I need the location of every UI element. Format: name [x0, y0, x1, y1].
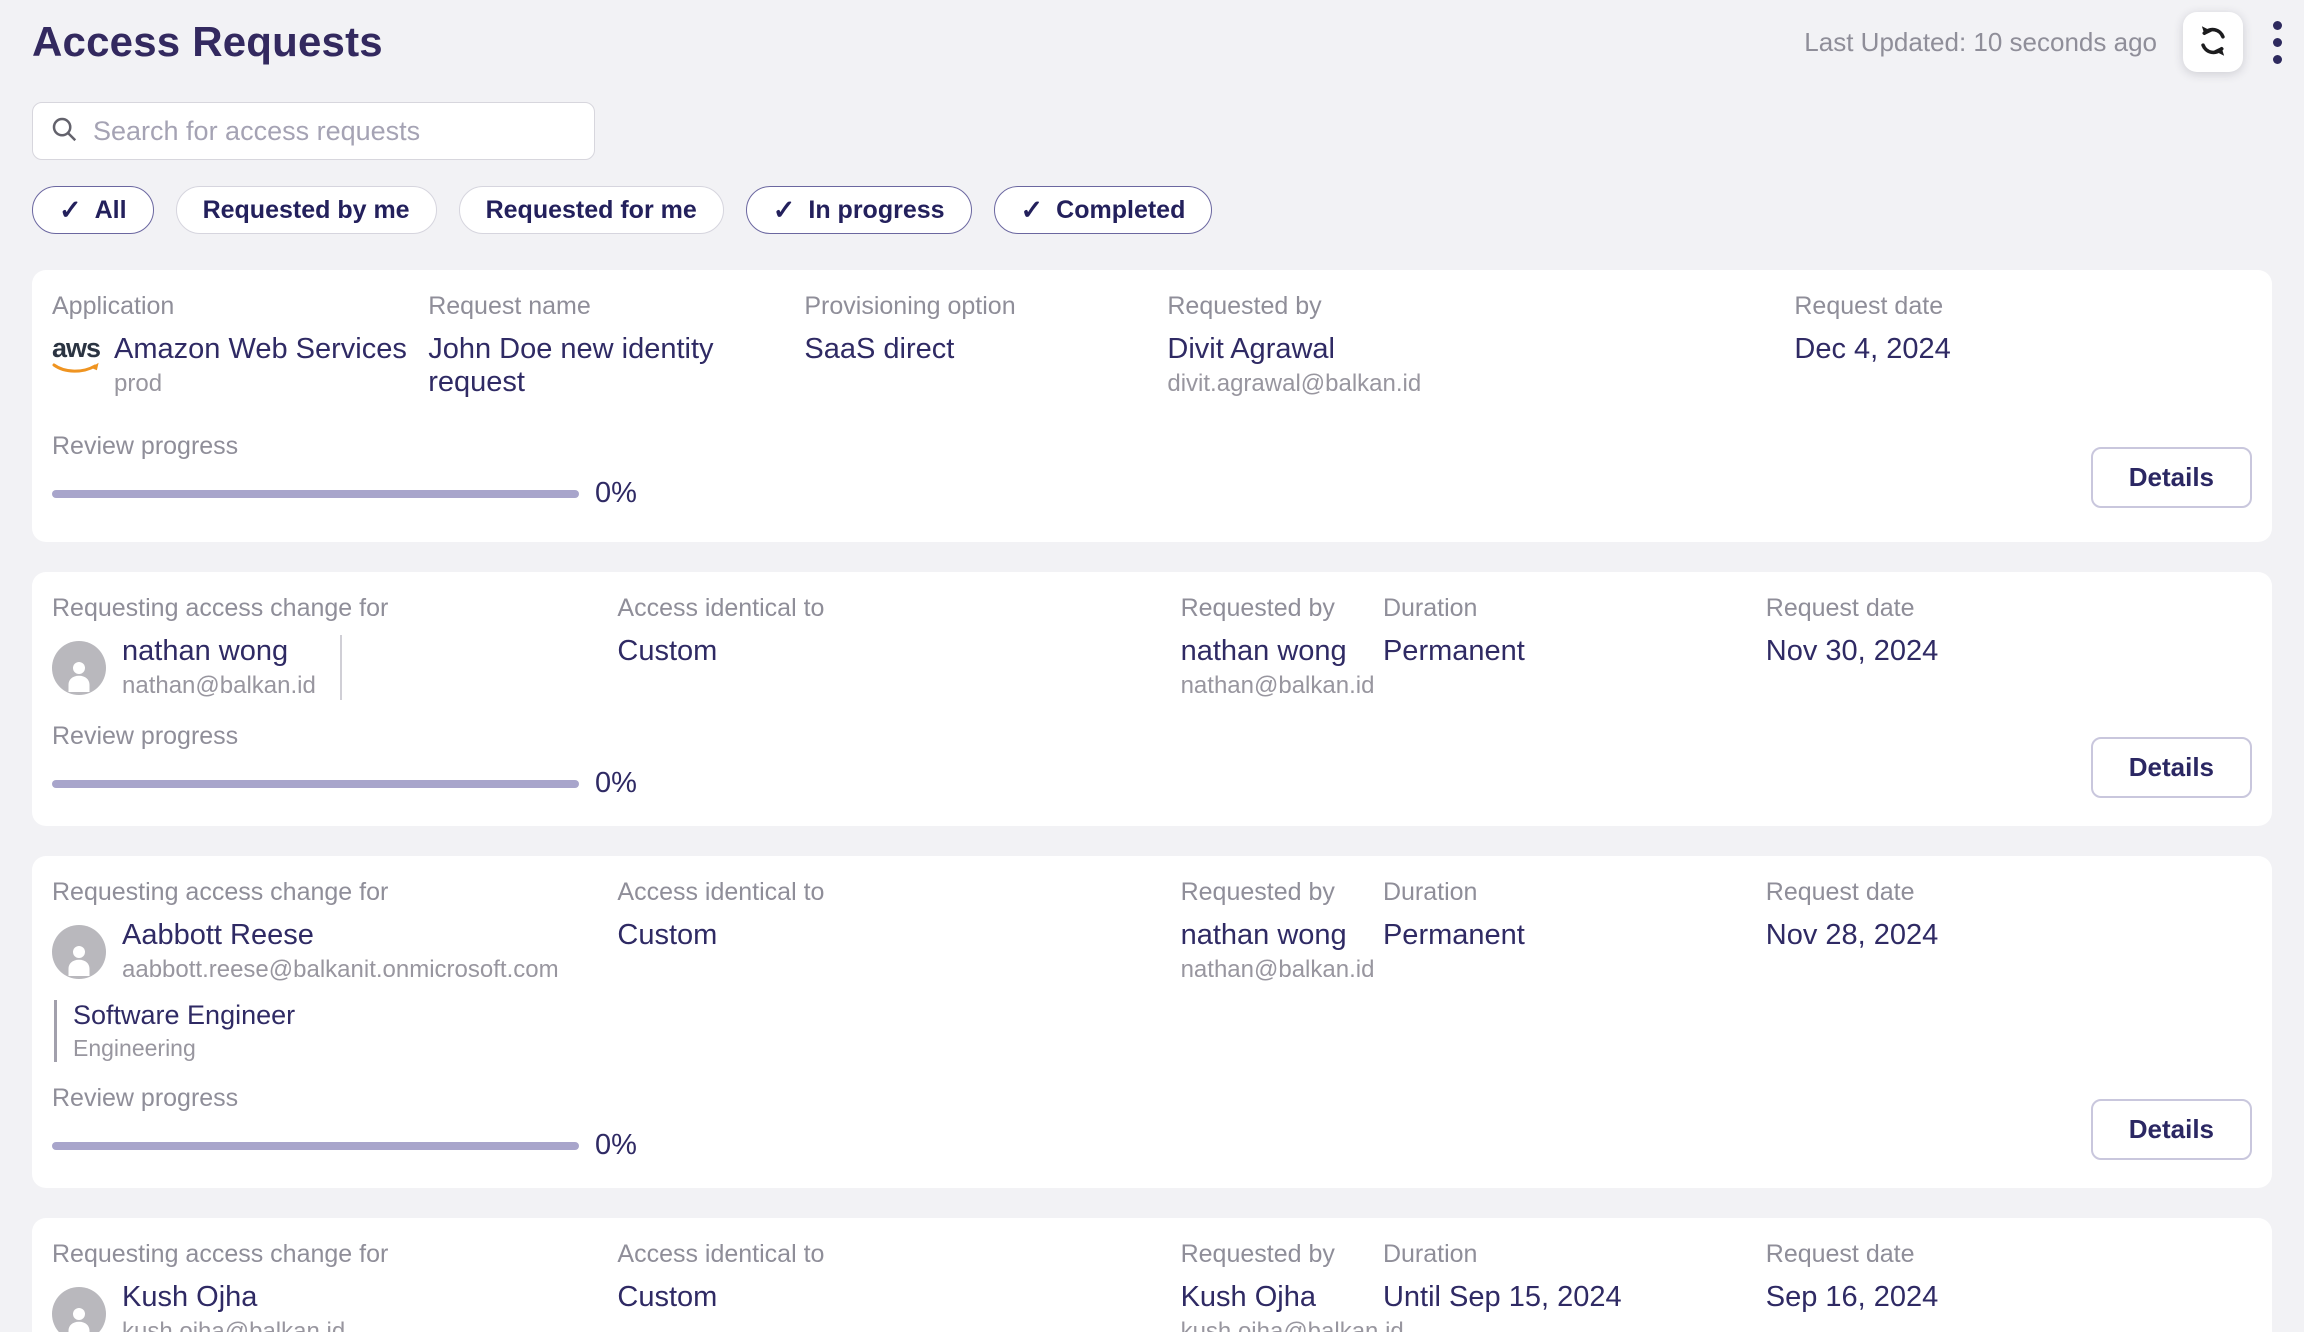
review-progress-bar	[52, 490, 579, 498]
aws-logo-icon: aws	[52, 335, 100, 375]
requester-email: kush.ojha@balkan.id	[1181, 1318, 1383, 1332]
target-identity-column: Requesting access change for Kush Ojha k…	[52, 1240, 617, 1332]
requester-email: nathan@balkan.id	[1181, 672, 1383, 700]
avatar	[52, 1287, 106, 1332]
role-block: Software Engineer Engineering	[54, 1000, 617, 1062]
avatar	[52, 641, 106, 695]
filter-chip-label: All	[95, 196, 127, 225]
duration-column: Duration Until Sep 15, 2024	[1383, 1240, 1766, 1332]
review-progress-block: Review progress 0%	[52, 432, 637, 510]
review-progress-block: Review progress 0%	[52, 1084, 637, 1162]
access-identical-column: Access identical to Custom	[617, 1240, 1180, 1332]
request-date-column: Request date Nov 30, 2024	[1766, 594, 2252, 700]
access-identical-value: Custom	[617, 635, 1180, 668]
request-date-value: Sep 16, 2024	[1766, 1281, 2252, 1314]
provisioning-column: Provisioning option SaaS direct	[804, 292, 1167, 402]
search-icon	[49, 114, 79, 149]
details-button[interactable]: Details	[2091, 737, 2252, 798]
target-name: Kush Ojha	[122, 1281, 345, 1314]
check-icon: ✓	[59, 195, 82, 226]
request-card: Requesting access change for Kush Ojha k…	[32, 1218, 2272, 1332]
review-progress-block: Review progress 0%	[52, 722, 637, 800]
review-progress-bar	[52, 1142, 579, 1150]
requester-name: Divit Agrawal	[1167, 333, 1794, 366]
target-email: aabbott.reese@balkanit.onmicrosoft.com	[122, 956, 559, 984]
review-progress-percent: 0%	[595, 477, 637, 510]
request-name-value: John Doe new identity request	[428, 333, 804, 399]
duration-column: Duration Permanent	[1383, 594, 1766, 700]
requester-email: nathan@balkan.id	[1181, 956, 1383, 984]
page-header: Access Requests Last Updated: 10 seconds…	[32, 12, 2272, 72]
header-actions: Last Updated: 10 seconds ago	[1804, 12, 2286, 72]
access-identical-column: Access identical to Custom	[617, 594, 1180, 700]
target-name: Aabbott Reese	[122, 919, 559, 952]
duration-value: Until Sep 15, 2024	[1383, 1281, 1766, 1314]
request-date-value: Nov 28, 2024	[1766, 919, 2252, 952]
filter-chip-label: Requested by me	[203, 196, 410, 225]
refresh-icon	[2195, 23, 2231, 62]
target-email: kush.ojha@balkan.id	[122, 1318, 345, 1332]
target-identity-column: Requesting access change for nathan wong…	[52, 594, 617, 700]
request-card: Requesting access change for nathan wong…	[32, 572, 2272, 826]
requester-name: Kush Ojha	[1181, 1281, 1383, 1314]
page-title: Access Requests	[32, 12, 383, 66]
check-icon: ✓	[1021, 195, 1044, 226]
request-date-column: Request date Nov 28, 2024	[1766, 878, 2252, 1062]
access-identical-column: Access identical to Custom	[617, 878, 1180, 1062]
refresh-button[interactable]	[2183, 12, 2243, 72]
access-identical-value: Custom	[617, 919, 1180, 952]
requested-by-column: Requested by nathan wong nathan@balkan.i…	[1181, 878, 1383, 1062]
kebab-menu-icon[interactable]	[2269, 15, 2286, 70]
details-button[interactable]: Details	[2091, 447, 2252, 508]
request-date-value: Dec 4, 2024	[1794, 333, 2252, 366]
application-column: Application aws Amazon Web Services prod	[52, 292, 428, 402]
request-name-column: Request name John Doe new identity reque…	[428, 292, 804, 402]
access-identical-value: Custom	[617, 1281, 1180, 1314]
provisioning-value: SaaS direct	[804, 333, 1167, 366]
request-date-column: Request date Dec 4, 2024	[1794, 292, 2252, 402]
filter-chip-requested-for-me[interactable]: Requested for me	[459, 186, 724, 234]
search-box[interactable]	[32, 102, 595, 160]
requested-by-column: Requested by Kush Ojha kush.ojha@balkan.…	[1181, 1240, 1383, 1332]
review-progress-percent: 0%	[595, 767, 637, 800]
requester-name: nathan wong	[1181, 635, 1383, 668]
requester-email: divit.agrawal@balkan.id	[1167, 370, 1794, 398]
target-name: nathan wong	[122, 635, 316, 668]
request-date-value: Nov 30, 2024	[1766, 635, 2252, 668]
target-identity-column: Requesting access change for Aabbott Ree…	[52, 878, 617, 1062]
filter-chips: ✓ All Requested by me Requested for me ✓…	[32, 186, 2272, 234]
application-environment: prod	[114, 370, 407, 398]
access-requests-page: Access Requests Last Updated: 10 seconds…	[0, 0, 2304, 1332]
check-icon: ✓	[773, 195, 796, 226]
requester-name: nathan wong	[1181, 919, 1383, 952]
filter-chip-in-progress[interactable]: ✓ In progress	[746, 186, 972, 234]
duration-column: Duration Permanent	[1383, 878, 1766, 1062]
duration-value: Permanent	[1383, 635, 1766, 668]
request-date-column: Request date Sep 16, 2024	[1766, 1240, 2252, 1332]
last-updated-text: Last Updated: 10 seconds ago	[1804, 27, 2157, 58]
filter-chip-completed[interactable]: ✓ Completed	[994, 186, 1213, 234]
filter-chip-label: Completed	[1056, 196, 1185, 225]
filter-chip-all[interactable]: ✓ All	[32, 186, 154, 234]
filter-chip-requested-by-me[interactable]: Requested by me	[176, 186, 437, 234]
review-progress-percent: 0%	[595, 1129, 637, 1162]
details-button[interactable]: Details	[2091, 1099, 2252, 1160]
request-card: Application aws Amazon Web Services prod	[32, 270, 2272, 542]
search-input[interactable]	[93, 116, 578, 147]
requested-by-column: Requested by Divit Agrawal divit.agrawal…	[1167, 292, 1794, 402]
role-department: Engineering	[73, 1035, 617, 1062]
filter-chip-label: Requested for me	[486, 196, 697, 225]
requested-by-column: Requested by nathan wong nathan@balkan.i…	[1181, 594, 1383, 700]
request-card: Requesting access change for Aabbott Ree…	[32, 856, 2272, 1188]
application-label: Application	[52, 292, 428, 321]
filter-chip-label: In progress	[808, 196, 944, 225]
avatar	[52, 925, 106, 979]
application-name: Amazon Web Services	[114, 333, 407, 366]
target-email: nathan@balkan.id	[122, 672, 316, 700]
role-title: Software Engineer	[73, 1000, 617, 1031]
duration-value: Permanent	[1383, 919, 1766, 952]
review-progress-bar	[52, 780, 579, 788]
